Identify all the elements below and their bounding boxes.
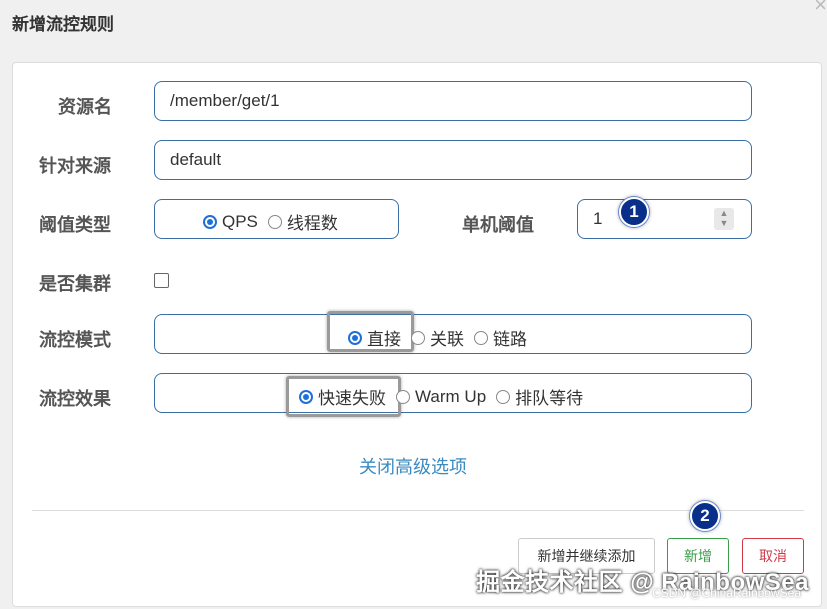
flow-effect-queue-radio[interactable]: 排队等待: [496, 384, 583, 409]
close-icon[interactable]: ×: [814, 0, 827, 16]
radio-label: QPS: [222, 211, 258, 231]
radio-checked-icon: [348, 330, 362, 345]
radio-unchecked-icon: [496, 389, 511, 404]
radio-checked-icon: [299, 389, 313, 404]
threshold-type-thread-radio[interactable]: 线程数: [267, 209, 338, 234]
watermark-sub: CSDN @ChinaRainbowSea: [652, 586, 801, 600]
radio-unchecked-icon: [267, 214, 282, 229]
footer-divider: [32, 510, 804, 511]
threshold-type-group: QPS 线程数: [154, 199, 399, 239]
radio-label: 链路: [493, 330, 527, 349]
radio-unchecked-icon: [396, 389, 410, 404]
source-input[interactable]: default: [154, 140, 752, 180]
advanced-options-toggle[interactable]: 关闭高级选项: [359, 453, 467, 479]
radio-label: Warm Up: [415, 386, 487, 406]
annotation-badge-1: 1: [619, 197, 649, 227]
flow-mode-chain-radio[interactable]: 链路: [474, 325, 527, 350]
spinner-icon[interactable]: ▲ ▼: [714, 208, 734, 230]
radio-unchecked-icon: [411, 330, 425, 345]
resource-label: 资源名: [58, 97, 112, 117]
flow-effect-fast-fail-radio[interactable]: 快速失败: [299, 384, 386, 409]
radio-label: 关联: [430, 330, 464, 349]
radio-label: 线程数: [286, 214, 338, 233]
flow-effect-warm-up-radio[interactable]: Warm Up: [396, 384, 486, 409]
radio-unchecked-icon: [474, 330, 488, 345]
radio-label: 直接: [367, 330, 401, 349]
threshold-type-label: 阈值类型: [39, 215, 111, 235]
radio-label: 排队等待: [515, 389, 584, 408]
cluster-checkbox[interactable]: [154, 273, 169, 288]
dialog-title: 新增流控规则: [12, 15, 114, 34]
resource-value: /member/get/1: [170, 91, 280, 110]
source-value: default: [170, 150, 222, 169]
radio-checked-icon: [203, 214, 217, 229]
radio-label: 快速失败: [318, 389, 386, 408]
annotation-badge-2: 2: [690, 501, 720, 531]
source-label: 针对来源: [39, 156, 111, 176]
flow-mode-direct-radio[interactable]: 直接: [348, 325, 401, 350]
flow-mode-relate-radio[interactable]: 关联: [411, 325, 464, 350]
single-threshold-value: 1: [593, 209, 603, 228]
single-threshold-label: 单机阈值: [462, 215, 534, 235]
flow-effect-label: 流控效果: [39, 389, 111, 409]
threshold-type-qps-radio[interactable]: QPS: [203, 209, 258, 234]
single-threshold-input[interactable]: 1 ▲ ▼: [577, 199, 752, 239]
flow-mode-label: 流控模式: [39, 330, 111, 350]
cluster-label: 是否集群: [39, 274, 111, 294]
resource-input[interactable]: /member/get/1: [154, 81, 752, 121]
